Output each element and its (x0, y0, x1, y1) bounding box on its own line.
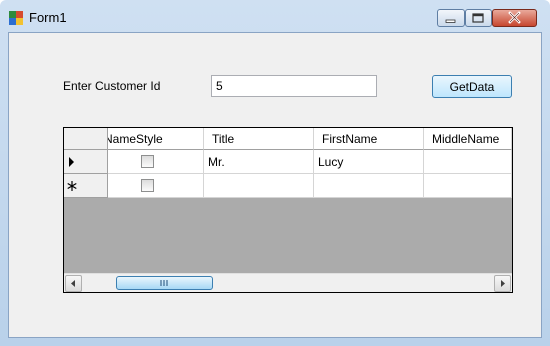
cell-middlename[interactable] (424, 150, 512, 174)
close-icon (508, 11, 521, 24)
cell-firstname-new[interactable] (314, 174, 424, 198)
cell-namestyle-new[interactable] (108, 174, 204, 198)
grip-icon (160, 280, 168, 286)
cell-title-new[interactable] (204, 174, 314, 198)
asterisk-icon (67, 181, 77, 191)
customer-id-input[interactable] (211, 75, 377, 97)
namestyle-checkbox-new[interactable] (141, 179, 154, 192)
customer-datagrid[interactable]: NameStyle Title FirstName MiddleName Mr. (63, 127, 513, 293)
column-header-middlename[interactable]: MiddleName (424, 128, 512, 150)
arrow-right-icon (501, 280, 505, 287)
column-header-middlename-label: MiddleName (432, 132, 500, 146)
form-app-icon (9, 11, 23, 25)
triangle-right-icon (69, 157, 74, 167)
column-header-firstname-label: FirstName (322, 132, 378, 146)
maximize-button[interactable] (465, 9, 492, 27)
column-header-title-label: Title (212, 132, 235, 146)
cell-namestyle[interactable] (108, 150, 204, 174)
title-bar[interactable]: Form1 (0, 0, 550, 32)
row-header-current[interactable] (64, 150, 108, 174)
scroll-left-button[interactable] (65, 275, 82, 292)
cell-firstname[interactable]: Lucy (314, 150, 424, 174)
column-header-namestyle-label: NameStyle (108, 132, 163, 146)
column-header-title[interactable]: Title (204, 128, 314, 150)
scroll-right-button[interactable] (494, 275, 511, 292)
column-header-namestyle[interactable]: NameStyle (108, 128, 204, 150)
cell-title[interactable]: Mr. (204, 150, 314, 174)
scrollbar-thumb[interactable] (116, 276, 213, 290)
arrow-left-icon (71, 280, 75, 287)
close-button[interactable] (492, 9, 537, 27)
minimize-icon (445, 19, 456, 23)
getdata-button[interactable]: GetData (432, 75, 512, 98)
column-header-firstname[interactable]: FirstName (314, 128, 424, 150)
row-header-new[interactable] (64, 174, 108, 198)
minimize-button[interactable] (437, 9, 465, 27)
application-window: Form1 Enter Customer Id GetData (0, 0, 550, 346)
cell-middlename-new[interactable] (424, 174, 512, 198)
window-title: Form1 (29, 10, 67, 25)
customer-id-label: Enter Customer Id (63, 79, 161, 93)
maximize-icon (472, 13, 484, 23)
grid-corner-header[interactable] (64, 128, 108, 150)
form-client-area: Enter Customer Id GetData NameStyle Titl… (8, 32, 542, 338)
namestyle-checkbox[interactable] (141, 155, 154, 168)
horizontal-scrollbar[interactable] (64, 273, 512, 292)
